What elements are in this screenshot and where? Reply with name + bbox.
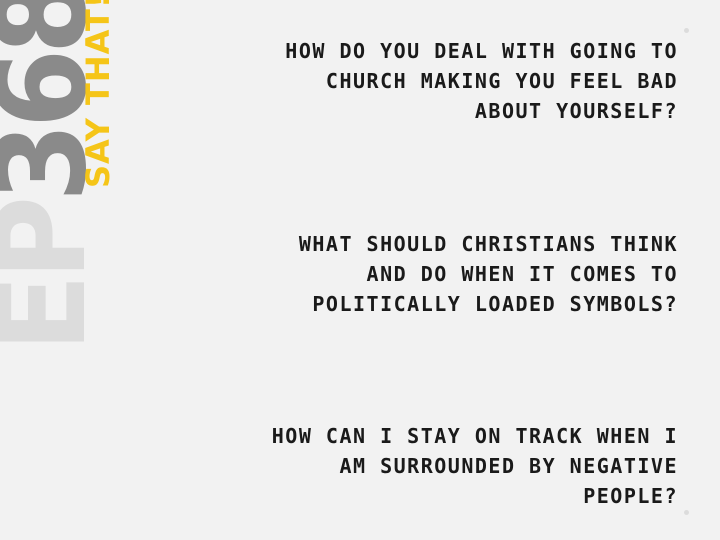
question-2: WHAT SHOULD CHRISTIANS THINK AND DO WHEN… <box>299 229 678 319</box>
question-1: HOW DO YOU DEAL WITH GOING TO CHURCH MAK… <box>285 36 678 126</box>
episode-number: 368 <box>0 0 114 203</box>
question-line: POLITICALLY LOADED SYMBOLS? <box>312 292 678 316</box>
question-line: PEOPLE? <box>583 484 678 508</box>
question-3: HOW CAN I STAY ON TRACK WHEN I AM SURROU… <box>272 421 678 511</box>
decorative-dot <box>684 510 689 515</box>
tagline-wrap: SAY THAT! <box>79 0 117 188</box>
show-tagline: SAY THAT! <box>79 0 117 188</box>
question-line: ABOUT YOURSELF? <box>474 99 678 123</box>
decorative-dot <box>684 28 689 33</box>
episode-prefix: EP <box>0 201 114 352</box>
episode-label: EP 368 <box>0 0 114 352</box>
question-line: HOW CAN I STAY ON TRACK WHEN I <box>271 424 678 448</box>
question-line: AND DO WHEN IT COMES TO <box>366 262 678 286</box>
slide: EP 368 SAY THAT! HOW DO YOU DEAL WITH GO… <box>0 0 720 540</box>
question-line: WHAT SHOULD CHRISTIANS THINK <box>298 232 678 256</box>
question-line: HOW DO YOU DEAL WITH GOING TO <box>285 39 678 63</box>
question-line: AM SURROUNDED BY NEGATIVE <box>339 454 678 478</box>
question-line: CHURCH MAKING YOU FEEL BAD <box>325 69 678 93</box>
